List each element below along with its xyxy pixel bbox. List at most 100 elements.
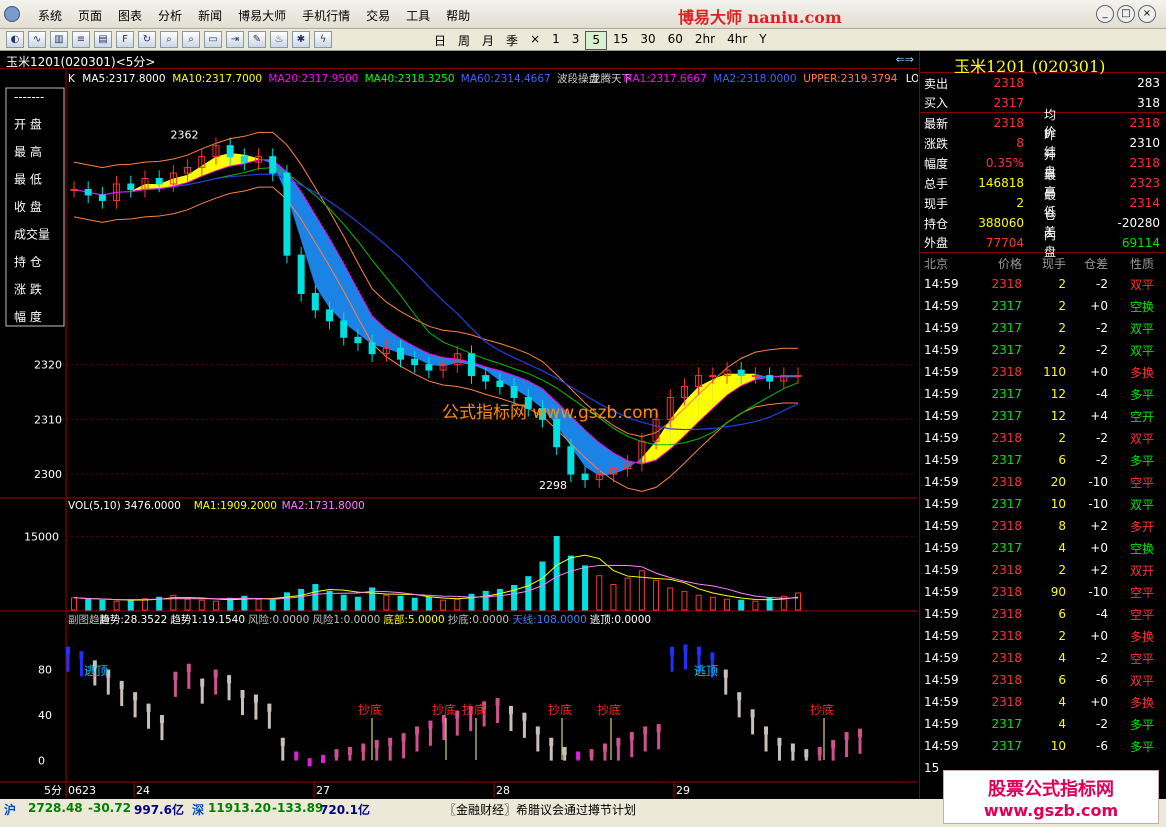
tick-row[interactable]: 14:59 2317 10 -6 多平 <box>920 735 1166 757</box>
tick-oi-change: +0 <box>1090 299 1108 313</box>
restore-icon[interactable]: □ <box>1117 5 1135 23</box>
tick-row[interactable]: 14:59 2318 4 +0 多换 <box>920 691 1166 713</box>
menu-item-7[interactable]: 交易 <box>358 7 398 24</box>
period-2[interactable]: 月 <box>476 31 500 50</box>
menu-item-3[interactable]: 分析 <box>150 7 190 24</box>
period-8[interactable]: 15 <box>607 31 634 50</box>
refresh-icon[interactable]: ↻ <box>138 31 156 48</box>
tick-row[interactable]: 14:59 2318 2 +2 双开 <box>920 559 1166 581</box>
indicator-icon[interactable]: ✱ <box>292 31 310 48</box>
price-tick-label: 2310 <box>34 413 62 426</box>
tick-time: 14:59 <box>924 387 959 401</box>
stat-value2: 2318 <box>1129 156 1160 170</box>
volume-bar <box>99 599 106 611</box>
menu-item-5[interactable]: 博易大师 <box>230 7 294 24</box>
tick-volume: 4 <box>1058 717 1066 731</box>
period-4[interactable]: × <box>524 31 546 50</box>
ticks-list[interactable]: 14:59 2318 2 -2 双平 14:59 2317 2 +0 空换 14:59 2317 2 -2… <box>920 273 1166 779</box>
period-10[interactable]: 60 <box>662 31 689 50</box>
tick-oi-change: +0 <box>1090 541 1108 555</box>
app-logo-icon[interactable] <box>4 6 20 22</box>
tick-oi-change: -2 <box>1096 651 1108 665</box>
export-icon[interactable]: ⇥ <box>226 31 244 48</box>
volume-bar <box>738 599 745 611</box>
news-ticker[interactable]: 〖金融财经〗希腊议会通过撙节计划 <box>444 801 636 818</box>
minimize-icon[interactable]: _ <box>1096 5 1114 23</box>
sub-tick-label: 0 <box>38 755 45 768</box>
kline-icon[interactable]: ▥ <box>50 31 68 48</box>
tick-row[interactable]: 14:59 2318 110 +0 多换 <box>920 361 1166 383</box>
tick-row[interactable]: 14:59 2317 2 -2 双平 <box>920 339 1166 361</box>
tick-row[interactable]: 14:59 2318 2 -2 双平 <box>920 427 1166 449</box>
sell-volume: 283 <box>1137 76 1160 90</box>
period-11[interactable]: 2hr <box>689 31 721 50</box>
pen-icon[interactable]: ✎ <box>248 31 266 48</box>
period-7[interactable]: 5 <box>585 31 608 50</box>
table-icon[interactable]: ≡ <box>72 31 90 48</box>
volume-bar <box>269 599 276 611</box>
menu-item-0[interactable]: 系统 <box>30 7 70 24</box>
tick-row[interactable]: 14:59 2318 6 -4 空平 <box>920 603 1166 625</box>
zoom-out-icon[interactable]: ⌕ <box>182 31 200 48</box>
f10-icon[interactable]: F <box>116 31 134 48</box>
menu-item-6[interactable]: 手机行情 <box>294 7 358 24</box>
tick-row[interactable]: 14:59 2317 4 -2 多平 <box>920 713 1166 735</box>
period-12[interactable]: 4hr <box>721 31 753 50</box>
period-9[interactable]: 30 <box>634 31 661 50</box>
tick-time: 14:59 <box>924 431 959 445</box>
tick-row[interactable]: 14:59 2317 10 -10 双平 <box>920 493 1166 515</box>
ma60-line <box>73 173 799 431</box>
tick-price: 2318 <box>991 629 1022 643</box>
alarm-icon[interactable]: ♨ <box>270 31 288 48</box>
period-13[interactable]: Y <box>753 31 772 50</box>
chart-area[interactable]: K MA5:2317.8000 MA10:2317.7000 MA20:2317.95… <box>0 70 919 798</box>
candle-body <box>581 473 589 481</box>
ma-band-up <box>727 373 742 396</box>
tick-nature: 多平 <box>1129 717 1154 732</box>
tick-row[interactable]: 14:59 2318 4 -2 空平 <box>920 647 1166 669</box>
flash-icon[interactable]: ϟ <box>314 31 332 48</box>
tick-oi-change: -2 <box>1096 431 1108 445</box>
report-icon[interactable]: ▤ <box>94 31 112 48</box>
tick-time: 14:59 <box>924 321 959 335</box>
menu-item-1[interactable]: 页面 <box>70 7 110 24</box>
select-icon[interactable]: ▭ <box>204 31 222 48</box>
menu-item-8[interactable]: 工具 <box>398 7 438 24</box>
line-chart-icon[interactable]: ∿ <box>28 31 46 48</box>
menu-item-2[interactable]: 图表 <box>110 7 150 24</box>
chart-nav-icon[interactable]: ⇐⇒ <box>896 53 914 66</box>
ad-banner[interactable]: 股票公式指标网 www.gszb.com <box>943 770 1159 824</box>
period-1[interactable]: 周 <box>452 31 476 50</box>
charts-svg[interactable]: K MA5:2317.8000 MA10:2317.7000 MA20:2317.95… <box>0 70 919 798</box>
sub-legend-item: 趋势1:19.1540 <box>170 613 245 626</box>
period-selector: 日周月季 × 1 3 5 15 30 60 2hr 4hr Y <box>428 31 773 50</box>
period-3[interactable]: 季 <box>500 31 524 50</box>
tick-row[interactable]: 14:59 2317 4 +0 空换 <box>920 537 1166 559</box>
tick-nature: 双平 <box>1129 431 1154 446</box>
back-icon[interactable]: ◐ <box>6 31 24 48</box>
tick-row[interactable]: 14:59 2317 2 -2 双平 <box>920 317 1166 339</box>
tick-row[interactable]: 14:59 2317 12 +4 空开 <box>920 405 1166 427</box>
tick-time: 14:59 <box>924 299 959 313</box>
stat-value2: 2318 <box>1129 116 1160 130</box>
tick-row[interactable]: 14:59 2317 2 +0 空换 <box>920 295 1166 317</box>
tick-row[interactable]: 14:59 2318 2 +0 多换 <box>920 625 1166 647</box>
tick-row[interactable]: 14:59 2318 8 +2 多开 <box>920 515 1166 537</box>
tick-volume: 2 <box>1058 629 1066 643</box>
period-5[interactable]: 1 <box>546 31 566 50</box>
tick-row[interactable]: 14:59 2318 90 -10 空平 <box>920 581 1166 603</box>
menu-item-9[interactable]: 帮助 <box>438 7 478 24</box>
period-0[interactable]: 日 <box>428 31 452 50</box>
menu-item-4[interactable]: 新闻 <box>190 7 230 24</box>
tick-row[interactable]: 14:59 2318 6 -6 双平 <box>920 669 1166 691</box>
tick-row[interactable]: 14:59 2317 12 -4 多平 <box>920 383 1166 405</box>
tick-row[interactable]: 14:59 2318 20 -10 空平 <box>920 471 1166 493</box>
zoom-in-icon[interactable]: ⌕ <box>160 31 178 48</box>
period-6[interactable]: 3 <box>566 31 586 50</box>
tick-row[interactable]: 14:59 2317 6 -2 多平 <box>920 449 1166 471</box>
candle-body <box>311 292 319 311</box>
close-icon[interactable]: × <box>1138 5 1156 23</box>
tick-time: 14:59 <box>924 717 959 731</box>
buy-price: 2317 <box>993 95 1024 110</box>
tick-row[interactable]: 14:59 2318 2 -2 双平 <box>920 273 1166 295</box>
